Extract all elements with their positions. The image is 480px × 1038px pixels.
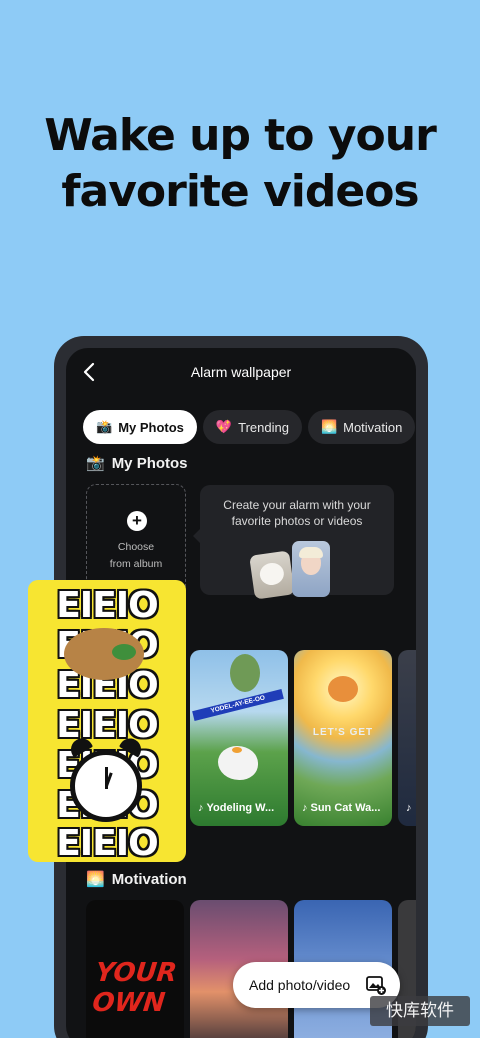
section-title-text: Motivation [111, 870, 187, 888]
top-bar: Alarm wallpaper [66, 348, 416, 398]
motivation-card-your-own[interactable]: YOUR OWN [86, 900, 184, 1038]
tab-my-photos[interactable]: 📸 My Photos [83, 410, 197, 444]
add-button-label: Add photo/video [249, 977, 351, 993]
motivation-text-line-2: OWN [90, 988, 167, 1018]
dog-photo-thumbnail [249, 550, 295, 600]
tree-image [230, 654, 260, 692]
card-label: ♪ Sun Cat Wa... [302, 802, 380, 814]
eieio-text: EIEIO [56, 705, 159, 746]
add-image-icon [365, 974, 387, 996]
music-note-icon: ♪ [302, 802, 308, 814]
tab-trending[interactable]: 💖 Trending [202, 410, 302, 444]
card-label: ♪ Yodeling W... [198, 802, 274, 814]
section-title-my-photos: 📸 My Photos [86, 454, 188, 473]
camera-flash-icon: 📸 [96, 419, 113, 434]
kiwi-cat-image [64, 628, 144, 680]
sunrise-icon: 🌅 [320, 419, 338, 434]
cat-face-image [328, 676, 358, 702]
camera-flash-icon: 📸 [86, 455, 105, 472]
motivation-text-line-1: YOUR [94, 958, 179, 988]
category-tabs: 📸 My Photos 💖 Trending 🌅 Motivation [83, 410, 416, 444]
card-label: ♪ [406, 802, 415, 814]
card-banner: YODEL-AY-EE-OO [192, 689, 284, 721]
tab-label: Motivation [343, 419, 403, 435]
headline: Wake up to your favorite videos [0, 108, 480, 220]
promo-tooltip: Create your alarm with your favorite pho… [193, 485, 394, 600]
portrait-photo-thumbnail [292, 541, 330, 597]
choose-label: Choose from album [87, 539, 185, 573]
card-label-text: Yodeling W... [206, 802, 275, 814]
wallpaper-card-yodeling[interactable]: YODEL-AY-EE-OO ♪ Yodeling W... [190, 650, 288, 826]
alarm-clock-icon [66, 734, 146, 822]
eieio-sticker-overlay: EIEIO EIEIO EIEIO EIEIO EIEIO EIEIO EIEI… [28, 580, 186, 862]
tab-label: My Photos [118, 419, 184, 435]
sunrise-icon: 🌅 [86, 871, 105, 888]
headline-line-2: favorite videos [61, 166, 419, 217]
card-label-text: Sun Cat Wa... [310, 802, 381, 814]
section-title-text: My Photos [111, 454, 188, 472]
motivation-card-text: YOUR OWN [91, 958, 184, 1018]
sparkling-heart-icon: 💖 [215, 419, 233, 434]
eieio-text: EIEIO [56, 823, 159, 862]
choose-label-line-1: Choose [117, 541, 155, 553]
card-overlay-text: LET'S GET [312, 727, 374, 738]
eieio-text: EIEIO [56, 585, 159, 626]
page-title: Alarm wallpaper [190, 364, 292, 380]
tab-label: Trending [238, 419, 289, 435]
watermark: 快库软件 [370, 996, 470, 1026]
headline-line-1: Wake up to your [44, 110, 437, 161]
wallpaper-card-partial[interactable]: ♪ [398, 650, 416, 826]
music-note-icon: ♪ [198, 802, 204, 814]
tab-motivation[interactable]: 🌅 Motivation [307, 410, 416, 444]
section-title-motivation: 🌅 Motivation [86, 870, 187, 889]
promo-text: Create your alarm with your favorite pho… [223, 498, 371, 528]
music-note-icon: ♪ [406, 802, 412, 814]
wallpaper-card-sun-cat[interactable]: LET'S GET ♪ Sun Cat Wa... [294, 650, 392, 826]
choose-label-line-2: from album [109, 558, 163, 570]
plus-icon: + [127, 511, 147, 531]
duck-beak [232, 747, 242, 753]
